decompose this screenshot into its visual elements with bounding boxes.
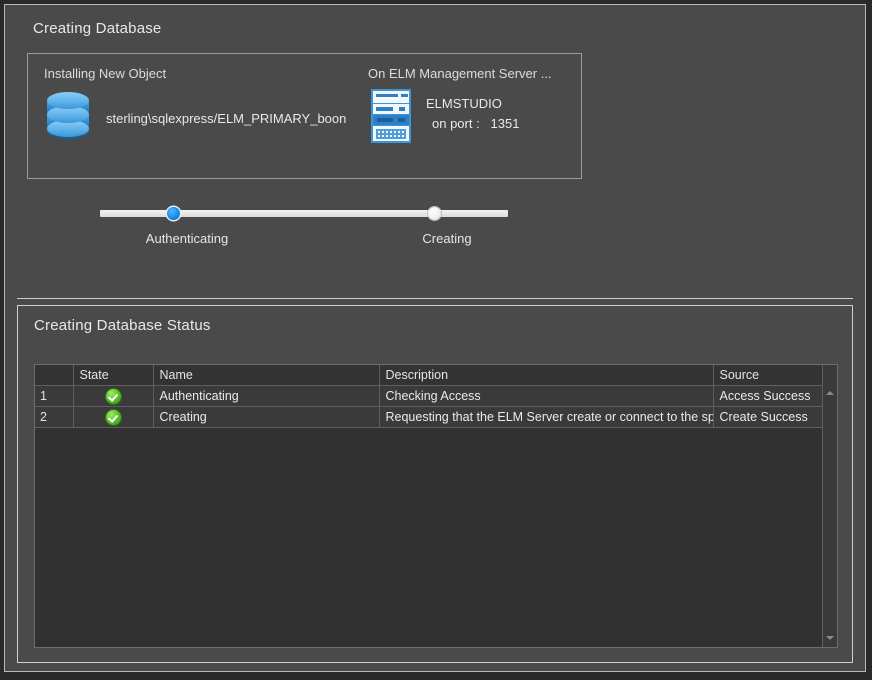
server-rack-icon bbox=[371, 89, 411, 143]
slider-track[interactable] bbox=[100, 210, 508, 217]
server-bay-3 bbox=[373, 115, 409, 125]
server-port-line: on port : 1351 bbox=[432, 116, 519, 131]
table-header-row: State Name Description Source bbox=[35, 365, 822, 386]
creating-database-panel: Creating Database Installing New Object … bbox=[17, 9, 853, 299]
application-window: Creating Database Installing New Object … bbox=[0, 0, 872, 680]
page-title: Creating Database bbox=[33, 20, 162, 37]
green-check-icon bbox=[105, 388, 121, 404]
server-port-value: 1351 bbox=[490, 116, 520, 131]
row-source: Create Success bbox=[713, 406, 822, 428]
creating-database-status-panel: Creating Database Status State Name Desc… bbox=[17, 305, 853, 663]
database-cap-top bbox=[47, 92, 89, 109]
slider-thumb-creating[interactable] bbox=[428, 207, 441, 220]
column-header-rownum[interactable] bbox=[35, 365, 74, 386]
vertical-scrollbar[interactable] bbox=[822, 365, 837, 647]
column-header-name[interactable]: Name bbox=[153, 365, 380, 386]
table-row[interactable]: 2 Creating Requesting that the ELM Serve… bbox=[35, 406, 822, 428]
stage-label-authenticating: Authenticating bbox=[145, 231, 229, 246]
row-name: Creating bbox=[153, 406, 380, 428]
install-info-box: Installing New Object On ELM Management … bbox=[27, 53, 582, 179]
green-check-icon bbox=[105, 409, 121, 425]
stage-progress-slider[interactable] bbox=[100, 207, 508, 220]
status-grid-scroll-area[interactable]: State Name Description Source 1 Authenti… bbox=[35, 365, 822, 647]
row-name: Authenticating bbox=[153, 385, 380, 407]
scroll-up-arrow-icon[interactable] bbox=[823, 385, 837, 400]
row-state-cell bbox=[73, 406, 154, 428]
table-row[interactable]: 1 Authenticating Checking Access Access … bbox=[35, 385, 822, 407]
database-instance-name: sterling\sqlexpress/ELM_PRIMARY_boon bbox=[106, 111, 347, 126]
row-description: Checking Access bbox=[379, 385, 714, 407]
server-bay-1 bbox=[373, 91, 409, 103]
installing-new-object-label: Installing New Object bbox=[44, 66, 167, 81]
on-elm-management-server-label: On ELM Management Server ... bbox=[368, 66, 552, 81]
status-panel-title: Creating Database Status bbox=[34, 317, 211, 334]
status-table: State Name Description Source 1 Authenti… bbox=[35, 365, 822, 428]
row-description: Requesting that the ELM Server create or… bbox=[379, 406, 714, 428]
scroll-down-arrow-icon[interactable] bbox=[823, 630, 837, 645]
column-header-description[interactable]: Description bbox=[379, 365, 714, 386]
server-name-label: ELMSTUDIO bbox=[426, 96, 502, 111]
row-source: Access Success bbox=[713, 385, 822, 407]
server-port-label: on port : bbox=[432, 116, 480, 131]
row-state-cell bbox=[73, 385, 154, 407]
database-cylinder-icon bbox=[45, 92, 93, 144]
stage-label-creating: Creating bbox=[422, 231, 472, 246]
server-vent-grid bbox=[376, 129, 406, 139]
server-bay-2 bbox=[373, 104, 409, 114]
window-inner-frame: Creating Database Installing New Object … bbox=[4, 4, 866, 672]
row-number: 1 bbox=[35, 385, 74, 407]
column-header-source[interactable]: Source bbox=[713, 365, 822, 386]
status-grid-container: State Name Description Source 1 Authenti… bbox=[34, 364, 838, 648]
column-header-state[interactable]: State bbox=[73, 365, 154, 386]
slider-thumb-authenticating[interactable] bbox=[167, 207, 180, 220]
row-number: 2 bbox=[35, 406, 74, 428]
server-bay-4 bbox=[373, 126, 409, 141]
